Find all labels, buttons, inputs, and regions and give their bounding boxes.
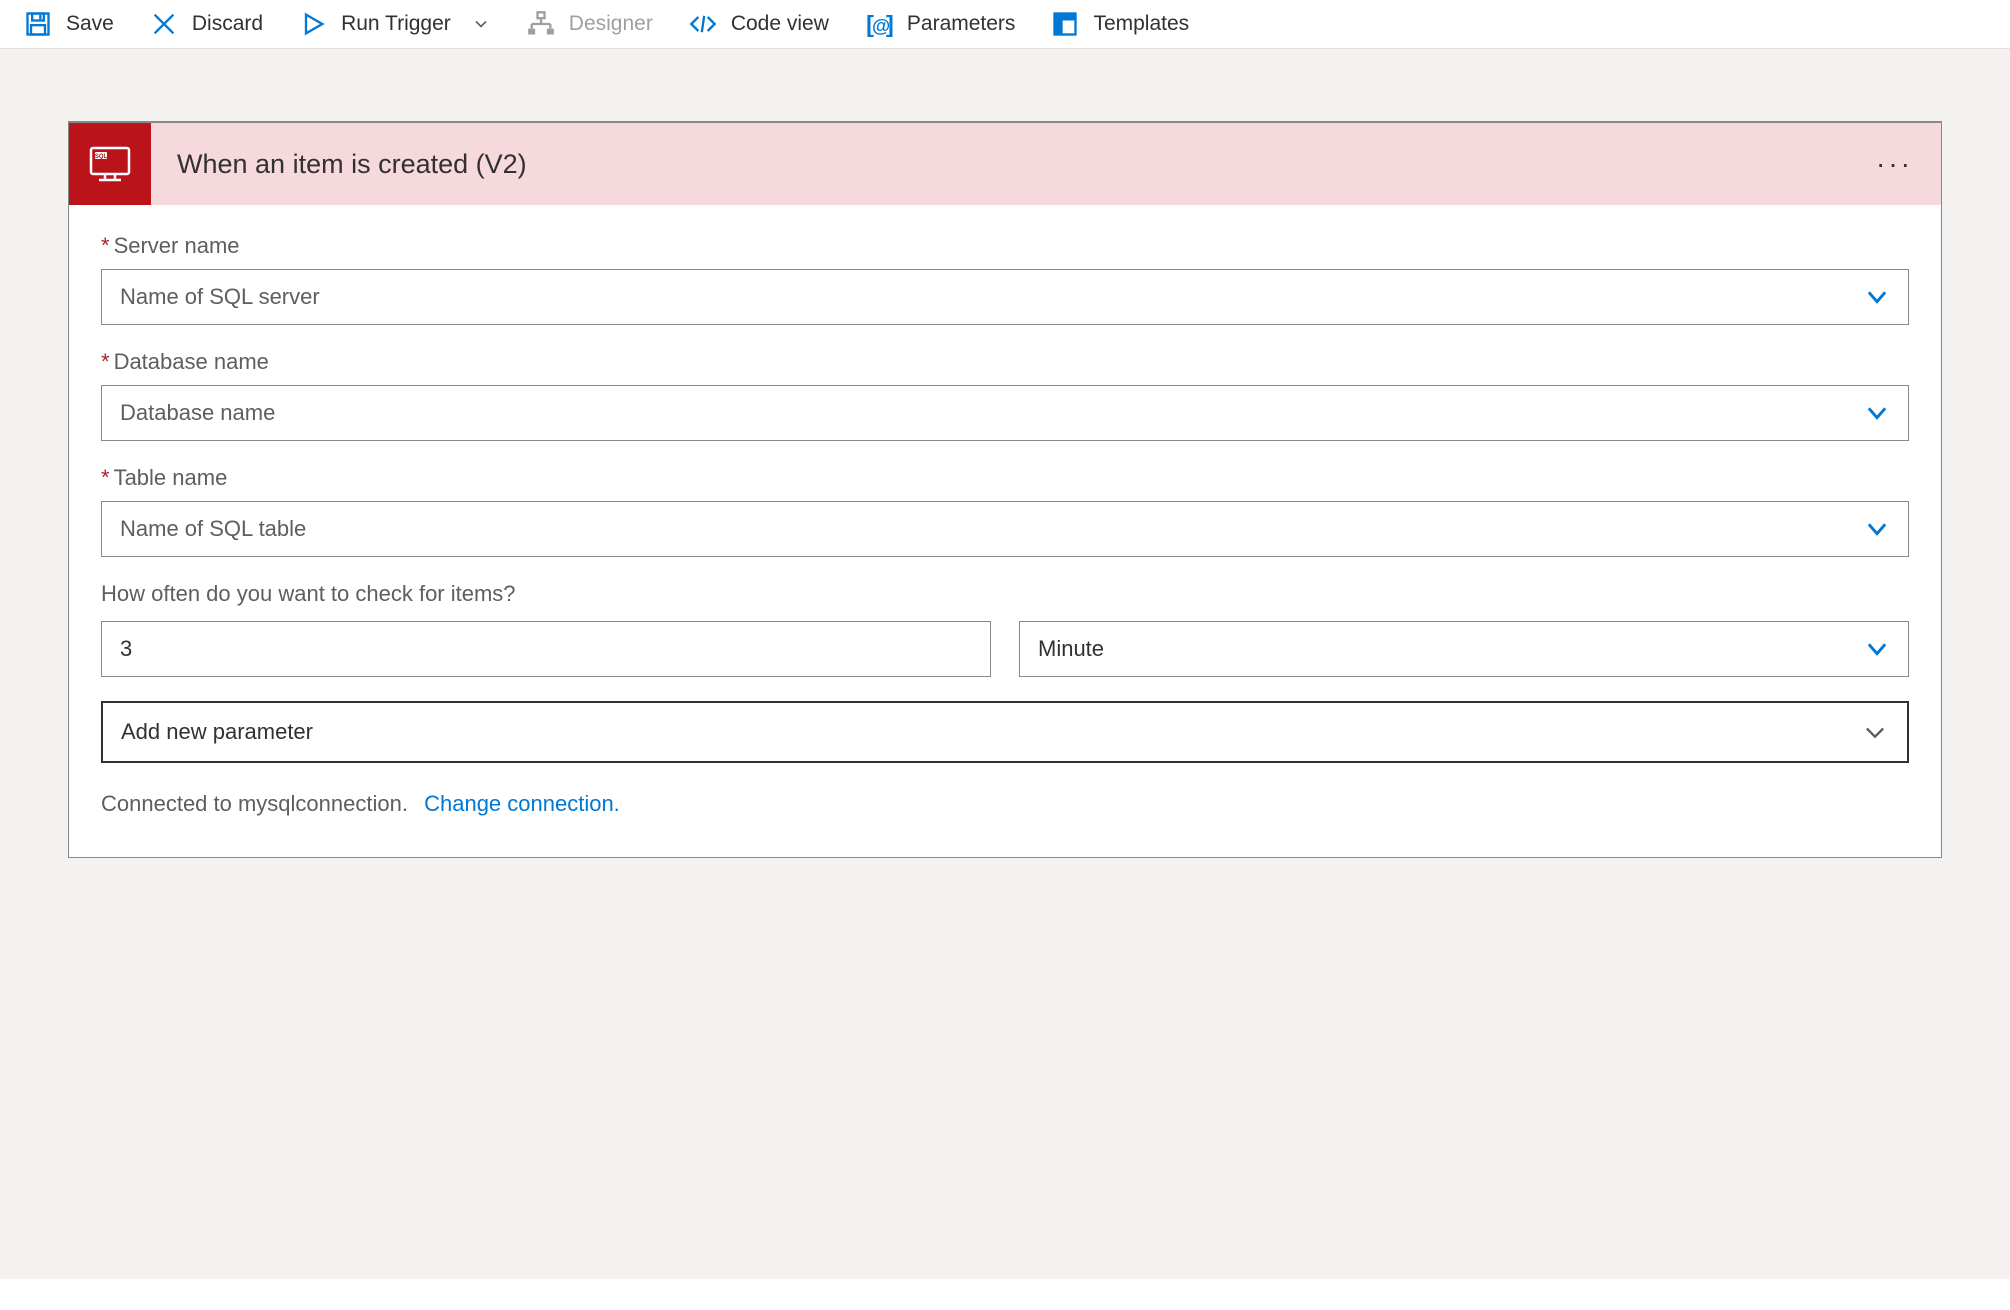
save-label: Save — [66, 12, 114, 36]
connection-info: Connected to mysqlconnection. Change con… — [101, 791, 1909, 817]
card-header[interactable]: SQL When an item is created (V2) ··· — [69, 123, 1941, 205]
interval-input[interactable]: 3 — [101, 621, 991, 677]
templates-icon — [1051, 10, 1079, 38]
change-connection-link[interactable]: Change connection. — [424, 791, 620, 816]
table-name-label: *Table name — [101, 465, 1909, 491]
chevron-down-icon — [1861, 718, 1889, 746]
frequency-label: How often do you want to check for items… — [101, 581, 1909, 607]
parameters-button[interactable]: [ @ ] Parameters — [865, 10, 1016, 38]
frequency-row: 3 Minute — [101, 621, 1909, 677]
svg-text:SQL: SQL — [95, 154, 108, 160]
required-indicator: * — [101, 233, 110, 258]
trigger-card: SQL When an item is created (V2) ··· *Se… — [68, 121, 1942, 858]
table-name-select[interactable]: Name of SQL table — [101, 501, 1909, 557]
close-icon — [150, 10, 178, 38]
designer-canvas: SQL When an item is created (V2) ··· *Se… — [0, 49, 2010, 1279]
toolbar: Save Discard Run Trigger Designer — [0, 0, 2010, 49]
parameters-icon: [ @ ] — [865, 10, 893, 38]
sql-connector-icon: SQL — [69, 123, 151, 205]
templates-label: Templates — [1093, 12, 1189, 36]
templates-button[interactable]: Templates — [1051, 10, 1189, 38]
card-body: *Server name Name of SQL server *Databas… — [69, 205, 1941, 857]
card-title: When an item is created (V2) — [151, 149, 1848, 180]
discard-label: Discard — [192, 12, 263, 36]
database-name-label: *Database name — [101, 349, 1909, 375]
svg-text:]: ] — [886, 11, 893, 37]
frequency-unit-select[interactable]: Minute — [1019, 621, 1909, 677]
required-indicator: * — [101, 349, 110, 374]
server-name-select[interactable]: Name of SQL server — [101, 269, 1909, 325]
run-trigger-button[interactable]: Run Trigger — [299, 10, 491, 38]
server-name-label: *Server name — [101, 233, 1909, 259]
chevron-down-icon — [471, 14, 491, 34]
designer-icon — [527, 10, 555, 38]
connected-to-label: Connected to mysqlconnection. — [101, 791, 408, 816]
designer-label: Designer — [569, 12, 653, 36]
code-view-button[interactable]: Code view — [689, 10, 829, 38]
required-indicator: * — [101, 465, 110, 490]
database-name-field: *Database name Database name — [101, 349, 1909, 441]
play-icon — [299, 10, 327, 38]
designer-button: Designer — [527, 10, 653, 38]
discard-button[interactable]: Discard — [150, 10, 263, 38]
database-name-select[interactable]: Database name — [101, 385, 1909, 441]
server-name-field: *Server name Name of SQL server — [101, 233, 1909, 325]
add-parameter-select[interactable]: Add new parameter — [101, 701, 1909, 763]
save-button[interactable]: Save — [24, 10, 114, 38]
parameters-label: Parameters — [907, 12, 1016, 36]
table-name-field: *Table name Name of SQL table — [101, 465, 1909, 557]
card-menu-button[interactable]: ··· — [1848, 148, 1941, 180]
save-icon — [24, 10, 52, 38]
run-trigger-label: Run Trigger — [341, 12, 451, 36]
code-view-label: Code view — [731, 12, 829, 36]
code-icon — [689, 10, 717, 38]
